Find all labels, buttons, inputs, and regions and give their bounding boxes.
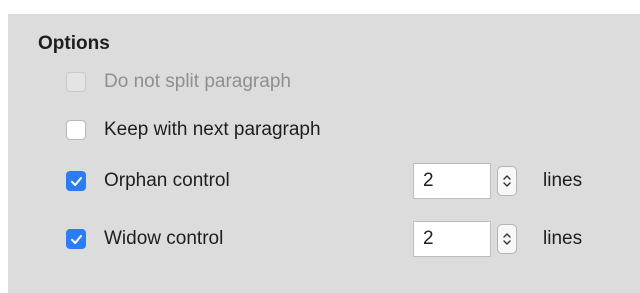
- orphan-lines-stepper[interactable]: [497, 166, 517, 196]
- orphan-lines-group: lines: [413, 163, 582, 199]
- widow-lines-stepper[interactable]: [497, 224, 517, 254]
- keep-with-next-row: Keep with next paragraph: [66, 117, 321, 143]
- do-not-split-row: Do not split paragraph: [66, 69, 291, 95]
- up-down-chevron-icon: [503, 233, 511, 245]
- checkmark-icon: [70, 234, 82, 244]
- widow-lines-unit: lines: [543, 228, 583, 249]
- orphan-control-checkbox[interactable]: [66, 171, 86, 191]
- widow-control-row: Widow control: [66, 226, 223, 252]
- orphan-control-row: Orphan control: [66, 168, 230, 194]
- keep-with-next-checkbox[interactable]: [66, 120, 86, 140]
- orphan-lines-unit: lines: [543, 170, 583, 191]
- orphan-control-label: Orphan control: [104, 170, 230, 191]
- widow-lines-input[interactable]: [413, 221, 491, 257]
- options-panel: Options Do not split paragraph Keep with…: [8, 14, 640, 293]
- checkmark-icon: [70, 176, 82, 186]
- keep-with-next-label: Keep with next paragraph: [104, 119, 321, 140]
- do-not-split-label: Do not split paragraph: [104, 71, 291, 92]
- up-down-chevron-icon: [503, 175, 511, 187]
- widow-control-label: Widow control: [104, 228, 224, 249]
- widow-lines-group: lines: [413, 221, 582, 257]
- section-title-options: Options: [38, 33, 110, 54]
- widow-control-checkbox[interactable]: [66, 229, 86, 249]
- orphan-lines-input[interactable]: [413, 163, 491, 199]
- do-not-split-checkbox[interactable]: [66, 72, 86, 92]
